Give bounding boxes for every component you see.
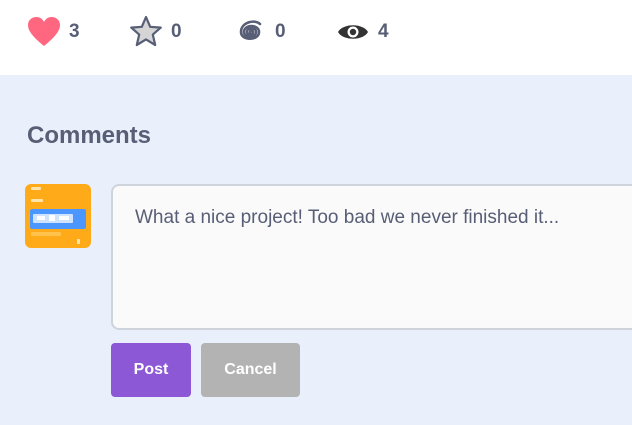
views-stat: 4 (336, 14, 389, 50)
star-icon[interactable] (129, 15, 163, 49)
loves-stat[interactable]: 3 (27, 14, 80, 50)
post-button[interactable]: Post (111, 343, 191, 397)
avatar[interactable] (25, 184, 91, 248)
comment-input[interactable]: What a nice project! Too bad we never fi… (111, 184, 632, 330)
views-count: 4 (378, 21, 389, 42)
eye-icon (336, 15, 370, 49)
heart-icon[interactable] (27, 15, 61, 49)
loves-count: 3 (69, 21, 80, 42)
remixes-count: 0 (275, 21, 286, 42)
project-stats-bar: 3 0 0 4 (0, 0, 632, 75)
spiral-icon (233, 15, 267, 49)
comments-section: Comments What a nice project! Too bad we… (0, 75, 632, 425)
favorites-count: 0 (171, 21, 182, 42)
favorites-stat[interactable]: 0 (129, 14, 182, 50)
comments-heading: Comments (27, 122, 152, 149)
cancel-button[interactable]: Cancel (201, 343, 300, 397)
remixes-stat: 0 (233, 14, 286, 50)
